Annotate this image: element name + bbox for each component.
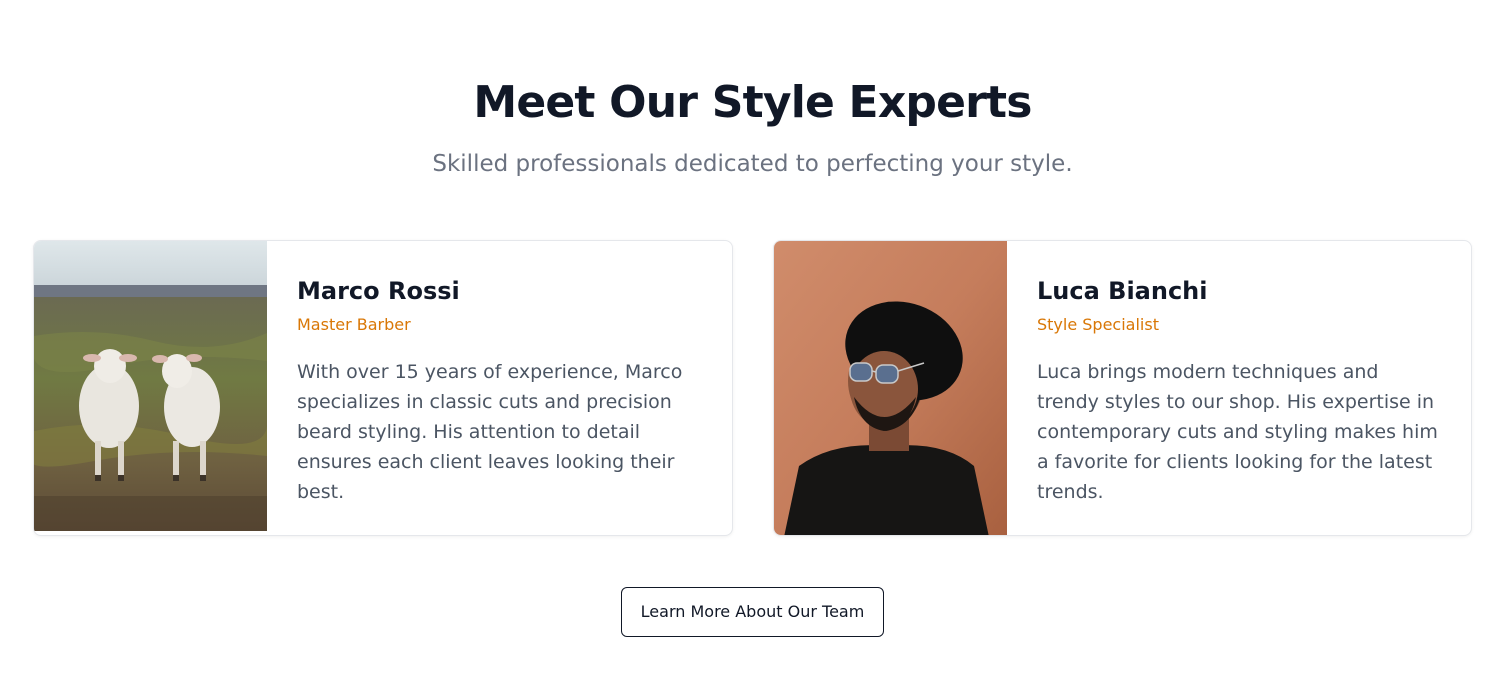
team-member-bio: Luca brings modern techniques and trendy… xyxy=(1037,361,1438,503)
team-member-name: Marco Rossi xyxy=(297,277,460,305)
team-member-bio: With over 15 years of experience, Marco … xyxy=(297,361,683,503)
section-title: Meet Our Style Experts xyxy=(473,77,1032,128)
team-member-card: Marco Rossi Master Barber With over 15 y… xyxy=(33,240,733,536)
section-subtitle: Skilled professionals dedicated to perfe… xyxy=(432,151,1073,177)
learn-more-team-button[interactable]: Learn More About Our Team xyxy=(621,587,884,637)
team-member-name: Luca Bianchi xyxy=(1037,277,1208,305)
team-member-photo xyxy=(34,241,267,531)
team-member-photo xyxy=(774,241,1007,535)
team-member-role: Master Barber xyxy=(297,315,411,334)
team-member-card: Luca Bianchi Style Specialist Luca bring… xyxy=(773,240,1472,536)
team-member-role: Style Specialist xyxy=(1037,315,1159,334)
